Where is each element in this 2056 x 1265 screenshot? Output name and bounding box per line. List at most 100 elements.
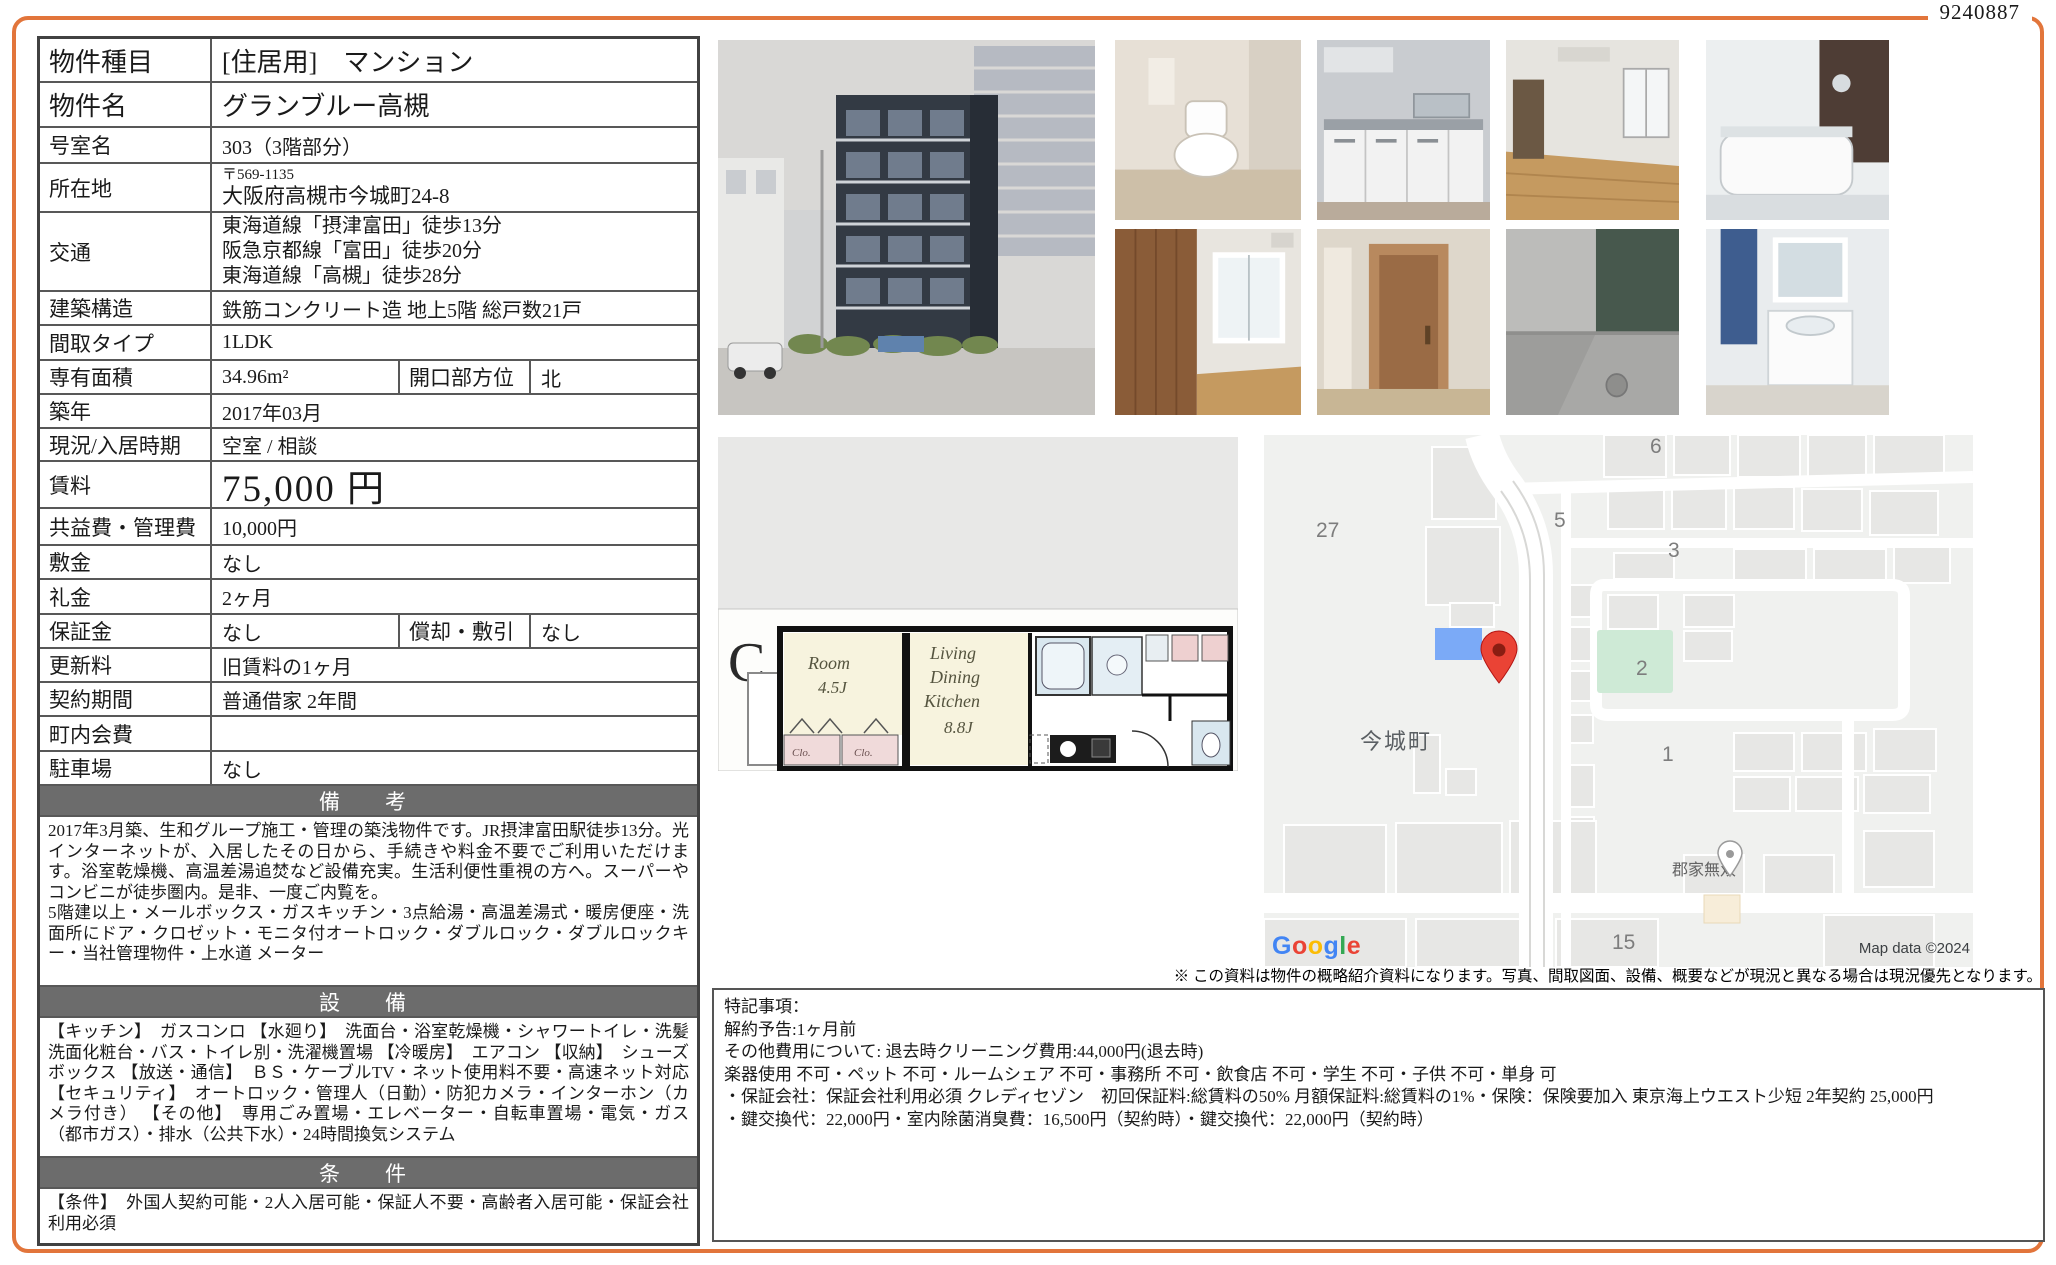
- row-label: 物件種目: [40, 39, 212, 81]
- blue-tarp: [878, 336, 924, 352]
- storage-cell: [1172, 635, 1198, 661]
- table-row: 駐車場 なし: [40, 752, 697, 786]
- location-map: 27 5 6 3 2 1 15 今城町 郡家無双: [1264, 435, 1973, 967]
- row-value: [住居用] マンション: [212, 39, 697, 81]
- equipment-text: 【キッチン】 ガスコンロ 【水廻り】 洗面台・浴室乾燥機・シャワートイレ・洗髪洗…: [40, 1018, 697, 1158]
- row-value: 1LDK: [212, 326, 697, 359]
- row-label: 号室名: [40, 128, 212, 162]
- table-row: 専有面積 34.96m² 開口部方位 北: [40, 361, 697, 395]
- row-value-2: なし: [531, 615, 697, 647]
- row-label: 築年: [40, 395, 212, 427]
- google-logo: Google: [1272, 932, 1361, 961]
- row-value: 旧賃料の1ヶ月: [212, 649, 697, 681]
- table-row: 建築構造 鉄筋コンクリート造 地上5階 総戸数21戸: [40, 292, 697, 326]
- building-exterior-photo: [718, 40, 1095, 415]
- transport-line: 阪急京都線「富田」徒歩20分: [222, 239, 697, 264]
- disclaimer-text: ※ この資料は物件の概略紹介資料になります。写真、間取図面、設備、概要などが現況…: [702, 964, 2042, 986]
- park-area: [1597, 630, 1673, 693]
- remarks-paragraph-1: 2017年3月築、生和グループ施工・管理の築浅物件です。JR摂津富田駅徒歩13分…: [48, 821, 689, 903]
- row-label: 更新料: [40, 649, 212, 681]
- row-label: 礼金: [40, 580, 212, 613]
- ldk-label-2: Dining: [929, 667, 980, 687]
- living-room-photo: [1506, 40, 1679, 220]
- table-row: 町内会費: [40, 717, 697, 752]
- special-notes-title: 特記事項：: [724, 996, 2033, 1019]
- address: 大阪府高槻市今城町24-8: [222, 184, 697, 208]
- row-label: 建築構造: [40, 292, 212, 324]
- table-row: 保証金 なし 償却・敷引 なし: [40, 615, 697, 649]
- row-value: 34.96m²: [212, 361, 400, 393]
- row-value-2: 北: [531, 361, 697, 393]
- row-label: 保証金: [40, 615, 212, 647]
- row-label: 共益費・管理費: [40, 509, 212, 544]
- property-listing-sheet: 9240887 物件種目 [住居用] マンション 物件名 グランブルー高槻 号室…: [0, 0, 2056, 1265]
- remarks-paragraph-2: 5階建以上・メールボックス・ガスキッチン・3点給湯・高温差湯式・暖房便座・洗面所…: [48, 903, 689, 965]
- row-value: なし: [212, 752, 697, 784]
- toilet-photo: [1115, 40, 1301, 220]
- ldk-size-label: 8.8J: [944, 718, 974, 737]
- closet-label: Clo.: [854, 747, 873, 759]
- row-label: 所在地: [40, 164, 212, 211]
- row-value: 2017年03月: [212, 395, 697, 427]
- poi-building: [1704, 895, 1740, 923]
- toilet: [1192, 721, 1230, 765]
- row-value: 10,000円: [212, 509, 697, 544]
- row-label: 駐車場: [40, 752, 212, 784]
- table-row: 所在地 〒569-1135 大阪府高槻市今城町24-8: [40, 164, 697, 213]
- postal-code: 〒569-1135: [222, 167, 697, 184]
- row-value: 2ヶ月: [212, 580, 697, 613]
- property-table: 物件種目 [住居用] マンション 物件名 グランブルー高槻 号室名 303（3階…: [37, 36, 700, 1246]
- row-value: グランブルー高槻: [212, 83, 697, 126]
- row-label-2: 償却・敷引: [400, 615, 531, 647]
- balcony: [748, 673, 778, 765]
- row-value: [212, 717, 697, 750]
- row-label: 賃料: [40, 462, 212, 507]
- rent-amount: 75,000 円: [212, 462, 697, 507]
- row-value: なし: [212, 546, 697, 578]
- block-number: 2: [1636, 657, 1648, 680]
- table-row: 交通 東海道線「摂津富田」徒歩13分 阪急京都線「富田」徒歩20分 東海道線「高…: [40, 213, 697, 292]
- bathroom-photo: [1706, 40, 1889, 220]
- remarks-header: 備 考: [40, 786, 697, 817]
- special-notes-box: 特記事項： 解約予告:1ヶ月前 その他費用について: 退去時クリーニング費用:4…: [712, 988, 2045, 1242]
- block-number: 27: [1316, 519, 1339, 542]
- storage-cell: [1202, 635, 1228, 661]
- row-label: 専有面積: [40, 361, 212, 393]
- table-row: 礼金 2ヶ月: [40, 580, 697, 615]
- conditions-text: 【条件】 外国人契約可能・2人入居可能・保証人不要・高齢者入居可能・保証会社利用…: [40, 1189, 697, 1243]
- entrance-hallway-photo: [1317, 229, 1490, 415]
- table-row-rent: 賃料 75,000 円: [40, 462, 697, 509]
- row-label: 敷金: [40, 546, 212, 578]
- table-row: 物件名 グランブルー高槻: [40, 83, 697, 128]
- floor-plan-panel: C: [718, 437, 1238, 771]
- map-copyright: Map data ©2024: [1822, 940, 1970, 957]
- town-name-label: 今城町: [1360, 729, 1432, 754]
- balcony-photo: [1506, 229, 1679, 415]
- ldk-label-1: Living: [929, 643, 976, 663]
- row-label: 契約期間: [40, 683, 212, 715]
- transport-line: 東海道線「高槻」徒歩28分: [222, 264, 697, 289]
- row-label: 交通: [40, 213, 212, 290]
- closet-label: Clo.: [792, 747, 811, 759]
- table-row: 号室名 303（3階部分）: [40, 128, 697, 164]
- block-number: 5: [1554, 509, 1566, 532]
- ldk-label-3: Kitchen: [923, 691, 980, 711]
- transport-line: 東海道線「摂津富田」徒歩13分: [222, 214, 697, 239]
- special-notes-line: その他費用について: 退去時クリーニング費用:44,000円(退去時): [724, 1041, 2033, 1064]
- special-notes-line: 楽器使用 不可・ペット 不可・ルームシェア 不可・事務所 不可・飲食店 不可・学…: [724, 1064, 2033, 1087]
- row-label: 間取タイプ: [40, 326, 212, 359]
- room-label: Room: [807, 653, 850, 673]
- row-value: 東海道線「摂津富田」徒歩13分 阪急京都線「富田」徒歩20分 東海道線「高槻」徒…: [212, 213, 697, 290]
- special-notes-line: ・鍵交換代：22,000円・室内除菌消臭費：16,500円（契約時）・鍵交換代：…: [724, 1109, 2033, 1132]
- room-size-label: 4.5J: [818, 678, 848, 697]
- row-value: 303（3階部分）: [212, 128, 697, 162]
- table-row: 物件種目 [住居用] マンション: [40, 39, 697, 83]
- bedroom-photo: [1115, 229, 1301, 415]
- row-label: 現況/入居時期: [40, 429, 212, 460]
- table-row: 間取タイプ 1LDK: [40, 326, 697, 361]
- table-row: 敷金 なし: [40, 546, 697, 580]
- bathroom-unit: [1036, 637, 1142, 695]
- equipment-header: 設 備: [40, 987, 697, 1018]
- table-row: 契約期間 普通借家 2年間: [40, 683, 697, 717]
- row-value: 鉄筋コンクリート造 地上5階 総戸数21戸: [212, 292, 697, 324]
